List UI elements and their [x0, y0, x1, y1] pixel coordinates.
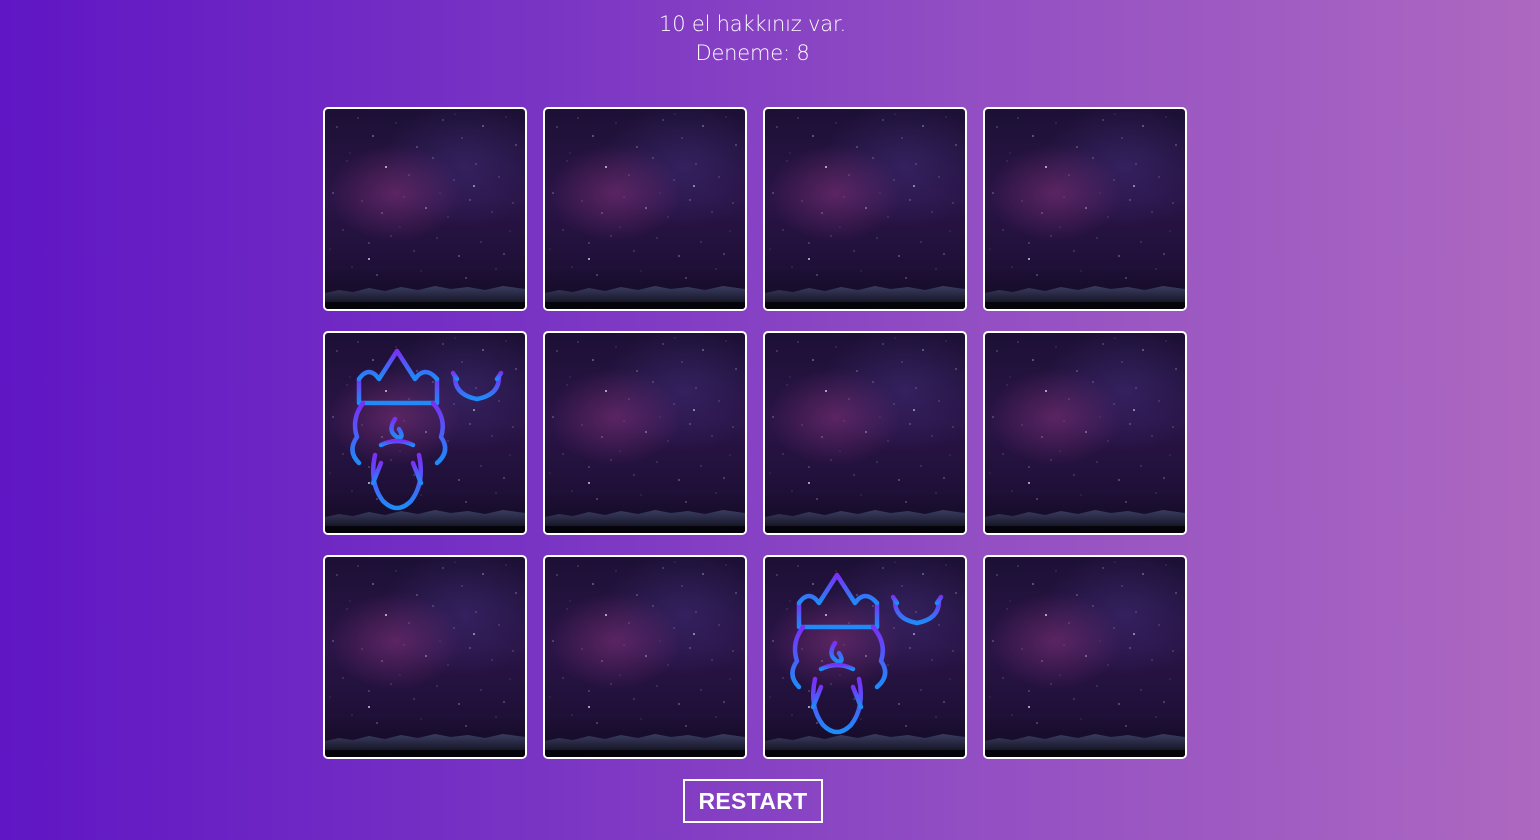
tries-counter: Deneme: 8: [695, 41, 810, 65]
starry-sky-card-back: [545, 113, 745, 309]
restart-button[interactable]: RESTART: [683, 779, 823, 823]
memory-card[interactable]: [323, 331, 527, 535]
attempts-left-text: 10 el hakkınız var.: [659, 12, 846, 36]
memory-card[interactable]: [763, 331, 967, 535]
starry-sky-card-back: [765, 337, 965, 533]
starry-sky-card-back: [985, 561, 1185, 757]
starry-sky-card-back: [765, 113, 965, 309]
starry-sky-card-back: [545, 561, 745, 757]
starry-sky-card-back: [325, 113, 525, 309]
memory-card[interactable]: [543, 555, 747, 759]
memory-card[interactable]: [763, 107, 967, 311]
poseidon-icon: [790, 572, 944, 738]
memory-card[interactable]: [763, 555, 967, 759]
memory-board: [323, 107, 1187, 759]
memory-card[interactable]: [983, 555, 1187, 759]
memory-card[interactable]: [983, 331, 1187, 535]
poseidon-icon: [350, 348, 504, 514]
memory-card[interactable]: [543, 331, 747, 535]
starry-sky-card-back: [325, 561, 525, 757]
memory-card[interactable]: [323, 555, 527, 759]
starry-sky-card-back: [545, 337, 745, 533]
memory-card[interactable]: [983, 107, 1187, 311]
game-status: 10 el hakkınız var. Deneme: 8: [0, 10, 1505, 68]
starry-sky-card-back: [985, 113, 1185, 309]
memory-card[interactable]: [543, 107, 747, 311]
memory-card[interactable]: [323, 107, 527, 311]
starry-sky-card-back: [985, 337, 1185, 533]
